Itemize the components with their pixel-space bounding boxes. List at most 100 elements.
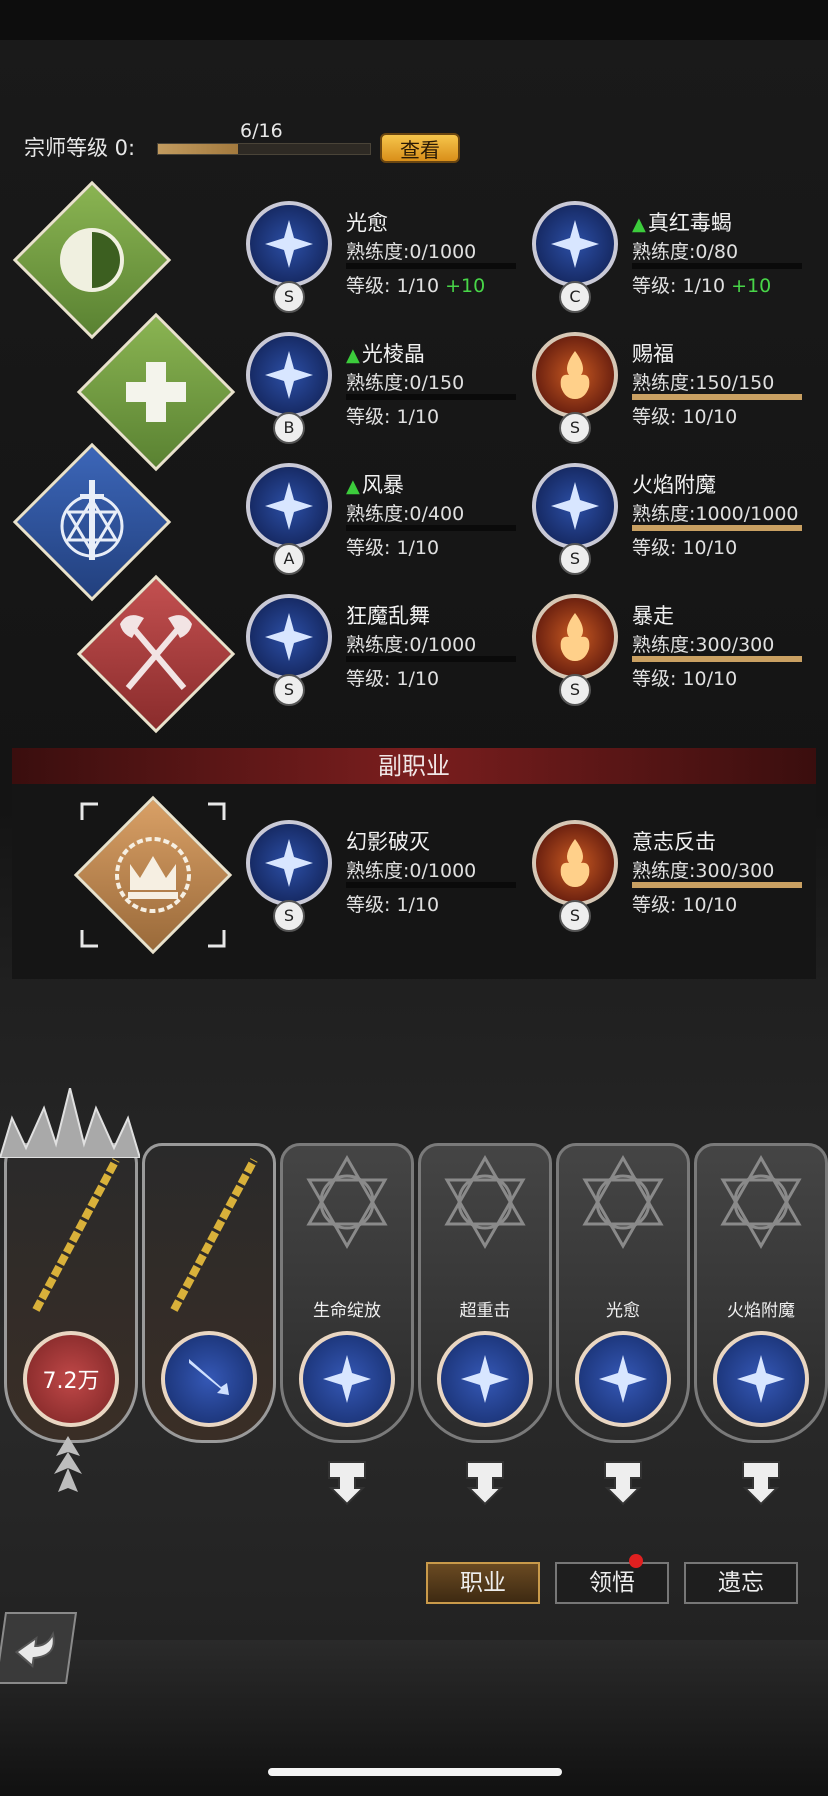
skill-name-text: 真红毒蝎: [647, 211, 732, 235]
slot-skill-orb[interactable]: [299, 1331, 395, 1427]
skill-proficiency-bar: [632, 656, 802, 662]
power-orb[interactable]: 7.2万: [23, 1331, 119, 1427]
skill-grade-badge: S: [273, 281, 305, 313]
skill-name: 赐福: [632, 338, 674, 368]
class-icon-yin-yang[interactable]: [12, 180, 172, 340]
class-icon-holy-sword[interactable]: [12, 442, 172, 602]
skill-icon[interactable]: [532, 332, 618, 418]
skill-proficiency: 熟练度:0/150: [346, 372, 465, 394]
skill-grade-badge: S: [559, 543, 591, 575]
skill-level-bonus: +10: [731, 275, 772, 297]
skill-name-text: 赐福: [632, 342, 674, 366]
skill-level-text: 等级: 1/10: [346, 668, 440, 690]
skill-proficiency-fill: [632, 394, 802, 400]
skill-name-text: 意志反击: [632, 830, 716, 854]
skill-level: 等级: 1/10: [346, 664, 439, 691]
status-bar: [0, 0, 828, 40]
holy-skill-glyph-icon: [265, 220, 313, 268]
tab-forget[interactable]: 遗忘: [684, 1562, 798, 1604]
skill-icon[interactable]: [532, 820, 618, 906]
golden-staff-icon: [170, 1158, 258, 1312]
skill-level: 等级: 1/10: [346, 402, 439, 429]
skill-grade-badge: C: [559, 281, 591, 313]
skill-level-text: 等级: 1/10: [632, 275, 726, 297]
skill-icon[interactable]: [532, 594, 618, 680]
skill-icon[interactable]: [246, 332, 332, 418]
skill-proficiency-bar: [632, 394, 802, 400]
skill-name: 暴走: [632, 600, 674, 630]
skill-grade-badge: A: [273, 543, 305, 575]
skill-proficiency: 熟练度:0/80: [632, 241, 739, 263]
back-button[interactable]: [0, 1612, 78, 1684]
upgrade-arrow-icon: ▲: [632, 214, 646, 235]
skill-proficiency-fill: [632, 525, 802, 531]
fire-skill-glyph-icon: [560, 613, 590, 661]
holy-skill-glyph-icon: [551, 220, 599, 268]
skill-proficiency-bar: [632, 525, 802, 531]
slot-skill-label: 超重击: [459, 1301, 511, 1321]
hexagram-emblem-icon: [306, 1154, 388, 1250]
skill-proficiency-bar: [346, 656, 516, 662]
skill-grade-badge: S: [559, 412, 591, 444]
skill-proficiency: 熟练度:1000/1000: [632, 503, 799, 525]
skill-icon[interactable]: [532, 463, 618, 549]
view-button[interactable]: 查看: [380, 133, 460, 163]
skill-name-text: 暴走: [632, 604, 674, 628]
crossed-axes-icon: [120, 615, 192, 690]
unequip-down-arrow-icon[interactable]: [463, 1458, 507, 1506]
skill-grade-badge: S: [273, 674, 305, 706]
skill-proficiency-fill: [632, 656, 802, 662]
skill-name: ▲风暴: [346, 469, 404, 499]
skill-name-text: 幻影破灭: [346, 830, 430, 854]
skill-icon[interactable]: [246, 463, 332, 549]
skill-icon[interactable]: [532, 201, 618, 287]
skill-level-text: 等级: 1/10: [346, 537, 440, 559]
skill-level: 等级: 10/10: [632, 402, 737, 429]
sub-class-header: 副职业: [12, 748, 816, 784]
skill-level-text: 等级: 10/10: [632, 668, 738, 690]
hexagram-emblem-icon: [720, 1154, 802, 1250]
skill-name: ▲光棱晶: [346, 338, 425, 368]
tab-comprehend[interactable]: 领悟: [555, 1562, 669, 1604]
skill-grade-badge: S: [559, 674, 591, 706]
skill-proficiency: 熟练度:0/1000: [346, 860, 477, 882]
class-icon-crossed-axes[interactable]: [76, 574, 236, 734]
skill-name-text: 光棱晶: [361, 342, 425, 366]
skill-name-text: 狂魔乱舞: [346, 604, 430, 628]
spine-ornament-icon: [54, 1436, 82, 1506]
skill-proficiency: 熟练度:300/300: [632, 634, 775, 656]
slot-skill-orb[interactable]: [437, 1331, 533, 1427]
unequip-down-arrow-icon[interactable]: [325, 1458, 369, 1506]
sword-icon: [189, 1359, 229, 1395]
grandmaster-progress-text: 6/16: [240, 120, 283, 142]
skill-level-text: 等级: 1/10: [346, 275, 440, 297]
skill-name-text: 风暴: [361, 473, 404, 497]
skill-name-text: 火焰附魔: [632, 473, 716, 497]
skill-name: ▲真红毒蝎: [632, 207, 732, 237]
slot-skill-orb[interactable]: [575, 1331, 671, 1427]
hexagram-emblem-icon: [582, 1154, 664, 1250]
tab-profession[interactable]: 职业: [426, 1562, 540, 1604]
skill-icon[interactable]: [246, 201, 332, 287]
skill-grade-badge: S: [273, 900, 305, 932]
skill-level: 等级: 1/10: [346, 890, 439, 917]
skill-level-bonus: +10: [445, 275, 486, 297]
skill-proficiency-bar: [346, 525, 516, 531]
skill-proficiency-bar: [346, 394, 516, 400]
golden-staff-icon: [32, 1158, 120, 1312]
slot-skill-orb[interactable]: [713, 1331, 809, 1427]
sub-class-frame[interactable]: [73, 795, 233, 955]
skill-icon[interactable]: [246, 820, 332, 906]
unequip-down-arrow-icon[interactable]: [601, 1458, 645, 1506]
skill-level: 等级: 1/10: [346, 533, 439, 560]
holy-sword-icon: [60, 480, 124, 560]
skill-level: 等级: 1/10 +10: [632, 271, 771, 298]
skill-level-text: 等级: 10/10: [632, 537, 738, 559]
crown-icon: [115, 837, 191, 913]
slot-skill-orb[interactable]: [161, 1331, 257, 1427]
skill-icon[interactable]: [246, 594, 332, 680]
skill-proficiency: 熟练度:300/300: [632, 860, 775, 882]
skill-grade-badge: S: [559, 900, 591, 932]
class-icon-healing-cross[interactable]: [76, 312, 236, 472]
unequip-down-arrow-icon[interactable]: [739, 1458, 783, 1506]
